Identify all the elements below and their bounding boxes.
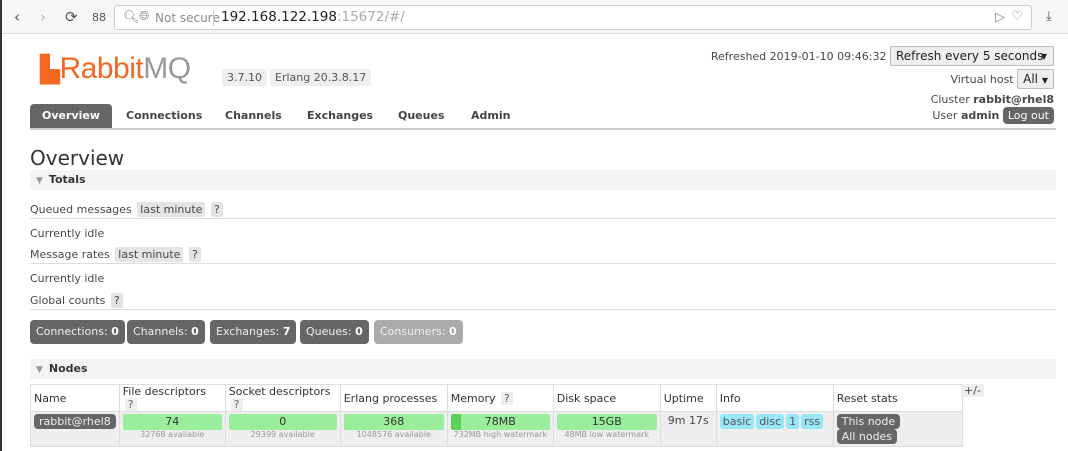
info-disc: disc xyxy=(756,414,785,429)
channels-count-button[interactable]: Channels: 0 xyxy=(127,320,205,344)
erlang-badge: Erlang 20.3.8.17 xyxy=(270,69,372,86)
idle-text: Currently idle xyxy=(30,272,105,285)
help-button[interactable]: ? xyxy=(188,247,201,262)
ep-bar: 368 xyxy=(343,414,444,430)
tab-channels[interactable]: Channels xyxy=(213,104,294,128)
not-secure-label: Not secure xyxy=(155,11,220,25)
idle-text: Currently idle xyxy=(30,227,105,240)
col-file-descriptors: File descriptors ? xyxy=(118,384,226,412)
globe-icon: 🌐︎ xyxy=(139,9,150,24)
col-reset-stats: Reset stats xyxy=(832,384,963,412)
tab-overview[interactable]: Overview xyxy=(30,104,112,128)
tab-exchanges[interactable]: Exchanges xyxy=(295,104,385,128)
col-name: Name xyxy=(30,384,120,412)
help-button[interactable]: ? xyxy=(124,398,137,411)
help-button[interactable]: ? xyxy=(210,202,223,217)
exchanges-count-button[interactable]: Exchanges: 7 xyxy=(210,320,297,344)
table-row: rabbit@rhel8 74 32768 available 0 29399 av… xyxy=(30,411,963,447)
browser-toolbar: ‹ › ⟳ 88 🔍︎ 🌐︎ Not secure 192.168.122.19… xyxy=(2,0,1068,34)
message-rates-row: Message rates last minute ? xyxy=(30,246,201,264)
connections-count-button[interactable]: Connections: 0 xyxy=(30,320,125,344)
reset-all-nodes-button[interactable]: All nodes xyxy=(836,429,898,444)
memory-bar: 78MB xyxy=(450,414,550,430)
refreshed-label: Refreshed 2019-01-10 09:46:32 xyxy=(710,50,887,63)
nodes-section-toggle[interactable]: ▼ Nodes xyxy=(30,359,1056,379)
fd-bar: 74 xyxy=(122,414,222,430)
refresh-row: Refreshed 2019-01-10 09:46:32 Refresh ev… xyxy=(711,46,1054,66)
node-link[interactable]: rabbit@rhel8 xyxy=(34,414,116,429)
info-count: 1 xyxy=(786,414,800,429)
help-button[interactable]: ? xyxy=(230,398,243,411)
search-icon: 🔍︎ xyxy=(123,10,140,25)
reset-this-node-button[interactable]: This node xyxy=(836,414,901,429)
range-select[interactable]: last minute xyxy=(137,202,206,217)
queues-count-button[interactable]: Queues: 0 xyxy=(300,320,369,344)
nodes-table: Name File descriptors ? Socket descripto… xyxy=(30,384,963,447)
collapse-icon: ▼ xyxy=(36,176,43,186)
back-icon[interactable]: ‹ xyxy=(14,8,20,26)
tab-connections[interactable]: Connections xyxy=(114,104,214,128)
col-info: Info xyxy=(715,384,834,412)
forward-icon[interactable]: › xyxy=(40,8,46,26)
help-button[interactable]: ? xyxy=(500,391,513,405)
uptime-value: 9m 17s xyxy=(659,411,717,447)
queued-messages-row: Queued messages last minute ? xyxy=(30,201,223,219)
heart-icon[interactable]: ♡ xyxy=(1011,9,1023,24)
consumers-count-button[interactable]: Consumers: 0 xyxy=(374,320,463,344)
apps-icon[interactable]: 88 xyxy=(92,11,106,24)
download-icon[interactable]: ⤓ xyxy=(1046,9,1052,24)
sd-bar: 0 xyxy=(228,414,337,430)
version-badge: 3.7.10 xyxy=(222,69,267,86)
range-select[interactable]: last minute xyxy=(115,247,184,262)
address-bar[interactable]: 🔍︎ 🌐︎ Not secure 192.168.122.198:15672/#… xyxy=(114,5,1032,30)
tab-admin[interactable]: Admin xyxy=(459,104,522,128)
rabbitmq-logo[interactable]: ▙RabbitMQ xyxy=(40,52,191,86)
totals-section-toggle[interactable]: ▼ Totals xyxy=(30,170,1056,190)
col-socket-descriptors: Socket descriptors ? xyxy=(224,384,341,412)
col-memory: Memory ? xyxy=(446,384,554,412)
page-title: Overview xyxy=(30,146,125,170)
col-erlang-processes: Erlang processes xyxy=(339,384,448,412)
info-rss: rss xyxy=(801,414,824,429)
global-counts-row: Global counts ? xyxy=(30,292,123,310)
columns-toggle-button[interactable]: +/- xyxy=(961,384,984,397)
disk-bar: 15GB xyxy=(556,414,657,430)
url-text: 192.168.122.198:15672/#/ xyxy=(221,9,405,25)
col-disk-space: Disk space xyxy=(552,384,661,412)
info-basic: basic xyxy=(719,414,755,429)
vhost-select[interactable]: All ▼ xyxy=(1017,69,1054,89)
main-tabs: Overview Connections Channels Exchanges … xyxy=(30,104,1056,130)
send-icon[interactable]: ▷ xyxy=(995,10,1005,25)
collapse-icon: ▼ xyxy=(36,365,43,375)
help-button[interactable]: ? xyxy=(110,293,123,308)
refresh-select[interactable]: Refresh every 5 seconds ▼ xyxy=(890,46,1054,66)
vhost-label: Virtual host xyxy=(950,73,1014,86)
tab-queues[interactable]: Queues xyxy=(386,104,456,128)
col-uptime: Uptime xyxy=(659,384,717,412)
reload-icon[interactable]: ⟳ xyxy=(65,8,78,26)
